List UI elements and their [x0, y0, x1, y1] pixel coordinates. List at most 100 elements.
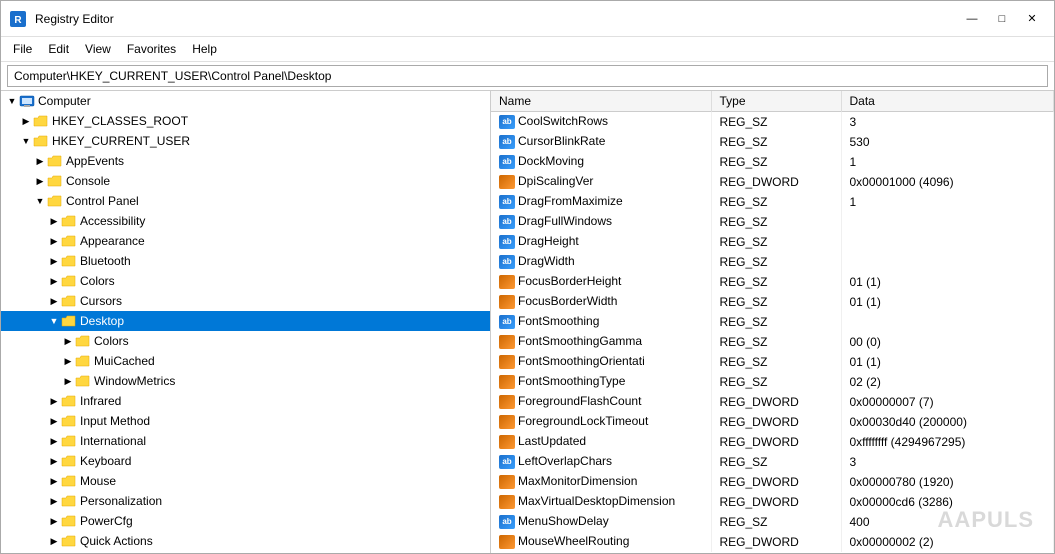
tree-item-inputmethod[interactable]: ▶ Input Method [1, 411, 490, 431]
table-cell-data: 00 (0) [841, 332, 1054, 352]
right-panel: Name Type Data abCoolSwitchRowsREG_SZ3ab… [491, 91, 1054, 553]
tree-item-windowmetrics[interactable]: ▶ WindowMetrics [1, 371, 490, 391]
expand-controlpanel[interactable]: ▼ [33, 194, 47, 208]
table-row[interactable]: ForegroundFlashCountREG_DWORD0x00000007 … [491, 392, 1054, 412]
table-row[interactable]: DpiScalingVerREG_DWORD0x00001000 (4096) [491, 172, 1054, 192]
table-row[interactable]: FontSmoothingGammaREG_SZ00 (0) [491, 332, 1054, 352]
title-bar-controls: — □ ✕ [958, 8, 1046, 30]
table-row[interactable]: abMenuShowDelayREG_SZ400 [491, 512, 1054, 532]
tree-item-cursors[interactable]: ▶ Cursors [1, 291, 490, 311]
menu-file[interactable]: File [5, 39, 40, 59]
tree-item-sound[interactable]: ▶ Sound [1, 551, 490, 553]
expand-colors[interactable]: ▶ [47, 274, 61, 288]
expand-desktop-colors[interactable]: ▶ [61, 334, 75, 348]
table-row[interactable]: abCoolSwitchRowsREG_SZ3 [491, 112, 1054, 132]
table-row[interactable]: abDragFromMaximizeREG_SZ1 [491, 192, 1054, 212]
expand-international[interactable]: ▶ [47, 434, 61, 448]
tree-item-controlpanel[interactable]: ▼ Control Panel [1, 191, 490, 211]
table-row[interactable]: FocusBorderHeightREG_SZ01 (1) [491, 272, 1054, 292]
main-content: ▼ Computer ▶ HKEY_CLASSES_ROOT ▼ [1, 91, 1054, 553]
expand-cursors[interactable]: ▶ [47, 294, 61, 308]
tree-item-desktop-colors[interactable]: ▶ Colors [1, 331, 490, 351]
col-header-data: Data [841, 91, 1054, 112]
tree-item-bluetooth[interactable]: ▶ Bluetooth [1, 251, 490, 271]
table-cell-name: FontSmoothingOrientati [491, 352, 711, 372]
expand-windowmetrics[interactable]: ▶ [61, 374, 75, 388]
maximize-button[interactable]: □ [988, 8, 1016, 30]
menu-edit[interactable]: Edit [40, 39, 77, 59]
expand-desktop[interactable]: ▼ [47, 314, 61, 328]
table-cell-type: REG_SZ [711, 152, 841, 172]
tree-item-international[interactable]: ▶ International [1, 431, 490, 451]
expand-accessibility[interactable]: ▶ [47, 214, 61, 228]
table-row[interactable]: abDockMovingREG_SZ1 [491, 152, 1054, 172]
address-input[interactable] [7, 65, 1048, 87]
table-cell-name: abMenuShowDelay [491, 512, 711, 532]
table-cell-name: abDragFromMaximize [491, 192, 711, 212]
expand-computer[interactable]: ▼ [5, 94, 19, 108]
table-row[interactable]: FontSmoothingOrientatiREG_SZ01 (1) [491, 352, 1054, 372]
expand-inputmethod[interactable]: ▶ [47, 414, 61, 428]
tree-item-mouse[interactable]: ▶ Mouse [1, 471, 490, 491]
expand-appearance[interactable]: ▶ [47, 234, 61, 248]
expand-powercfg[interactable]: ▶ [47, 514, 61, 528]
minimize-button[interactable]: — [958, 8, 986, 30]
table-row[interactable]: abFontSmoothingREG_SZ [491, 312, 1054, 332]
table-cell-data: 01 (1) [841, 272, 1054, 292]
tree-item-hkcr[interactable]: ▶ HKEY_CLASSES_ROOT [1, 111, 490, 131]
table-row[interactable]: FocusBorderWidthREG_SZ01 (1) [491, 292, 1054, 312]
expand-infrared[interactable]: ▶ [47, 394, 61, 408]
tree-item-appevents[interactable]: ▶ AppEvents [1, 151, 490, 171]
tree-item-accessibility[interactable]: ▶ Accessibility [1, 211, 490, 231]
table-row[interactable]: abDragWidthREG_SZ [491, 252, 1054, 272]
table-row[interactable]: MaxVirtualDesktopDimensionREG_DWORD0x000… [491, 492, 1054, 512]
tree-item-computer[interactable]: ▼ Computer [1, 91, 490, 111]
close-button[interactable]: ✕ [1018, 8, 1046, 30]
table-cell-type: REG_DWORD [711, 532, 841, 552]
tree-item-personalization[interactable]: ▶ Personalization [1, 491, 490, 511]
tree-label-muicached: MuiCached [94, 354, 155, 368]
menu-favorites[interactable]: Favorites [119, 39, 184, 59]
expand-console[interactable]: ▶ [33, 174, 47, 188]
tree-item-muicached[interactable]: ▶ MuiCached [1, 351, 490, 371]
table-row[interactable]: abDragHeightREG_SZ [491, 232, 1054, 252]
table-row[interactable]: FontSmoothingTypeREG_SZ02 (2) [491, 372, 1054, 392]
title-bar: R Registry Editor — □ ✕ [1, 1, 1054, 37]
expand-keyboard[interactable]: ▶ [47, 454, 61, 468]
table-cell-type: REG_SZ [711, 372, 841, 392]
table-row[interactable]: LastUpdatedREG_DWORD0xffffffff (42949672… [491, 432, 1054, 452]
table-row[interactable]: abDragFullWindowsREG_SZ [491, 212, 1054, 232]
tree-item-quickactions[interactable]: ▶ Quick Actions [1, 531, 490, 551]
menu-help[interactable]: Help [184, 39, 225, 59]
tree-item-console[interactable]: ▶ Console [1, 171, 490, 191]
table-row[interactable]: MouseWheelRoutingREG_DWORD0x00000002 (2) [491, 532, 1054, 552]
tree-item-desktop[interactable]: ▼ Desktop [1, 311, 490, 331]
tree-label-cursors: Cursors [80, 294, 122, 308]
expand-personalization[interactable]: ▶ [47, 494, 61, 508]
table-row[interactable]: MaxMonitorDimensionREG_DWORD0x00000780 (… [491, 472, 1054, 492]
table-row[interactable]: abLeftOverlapCharsREG_SZ3 [491, 452, 1054, 472]
expand-appevents[interactable]: ▶ [33, 154, 47, 168]
table-cell-type: REG_DWORD [711, 492, 841, 512]
tree-item-infrared[interactable]: ▶ Infrared [1, 391, 490, 411]
table-cell-type: REG_SZ [711, 312, 841, 332]
table-cell-data [841, 252, 1054, 272]
tree-label-appevents: AppEvents [66, 154, 124, 168]
tree-item-hkcu[interactable]: ▼ HKEY_CURRENT_USER [1, 131, 490, 151]
expand-mouse[interactable]: ▶ [47, 474, 61, 488]
expand-muicached[interactable]: ▶ [61, 354, 75, 368]
menu-view[interactable]: View [77, 39, 119, 59]
expand-quickactions[interactable]: ▶ [47, 534, 61, 548]
table-cell-name: abDragFullWindows [491, 212, 711, 232]
tree-item-appearance[interactable]: ▶ Appearance [1, 231, 490, 251]
tree-item-powercfg[interactable]: ▶ PowerCfg [1, 511, 490, 531]
expand-bluetooth[interactable]: ▶ [47, 254, 61, 268]
table-cell-name: abCursorBlinkRate [491, 132, 711, 152]
tree-item-keyboard[interactable]: ▶ Keyboard [1, 451, 490, 471]
table-row[interactable]: ForegroundLockTimeoutREG_DWORD0x00030d40… [491, 412, 1054, 432]
table-row[interactable]: abCursorBlinkRateREG_SZ530 [491, 132, 1054, 152]
tree-item-colors[interactable]: ▶ Colors [1, 271, 490, 291]
expand-hkcu[interactable]: ▼ [19, 134, 33, 148]
expand-hkcr[interactable]: ▶ [19, 114, 33, 128]
table-cell-data: 0x00000cd6 (3286) [841, 492, 1054, 512]
